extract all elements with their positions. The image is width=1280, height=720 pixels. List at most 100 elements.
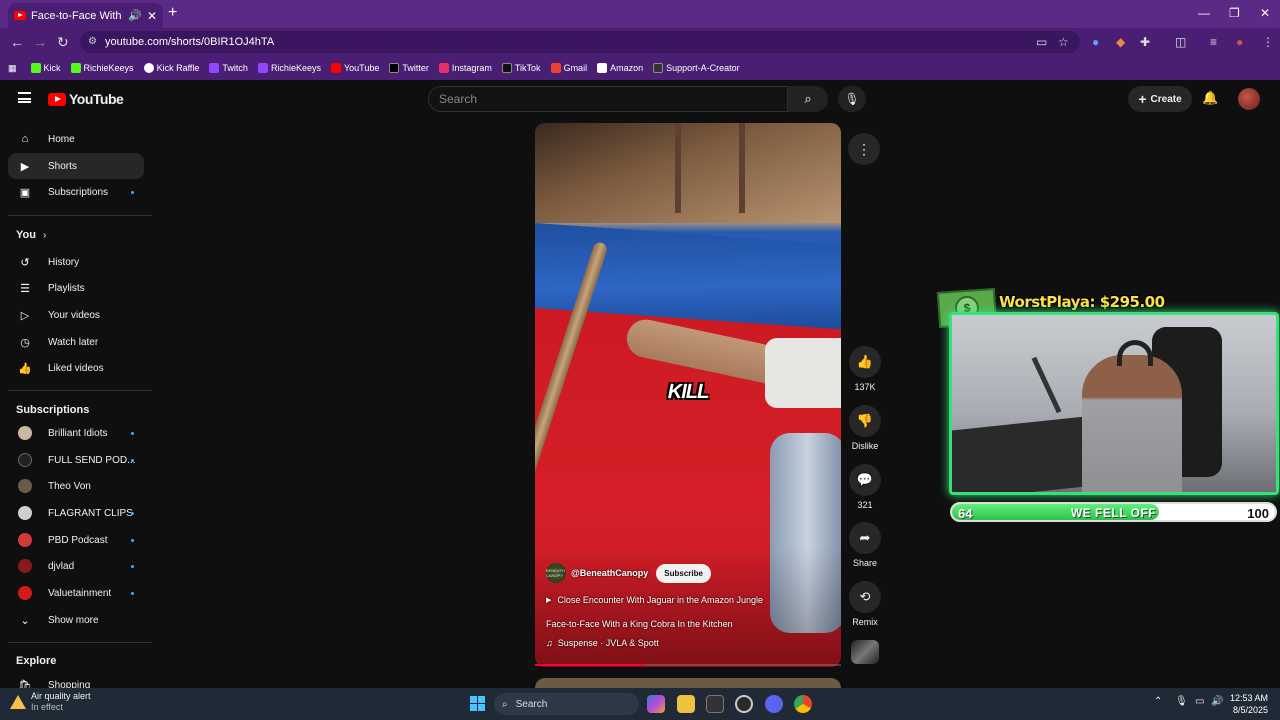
sound-thumbnail[interactable]: [851, 640, 879, 664]
like-button[interactable]: 👍 137K: [847, 346, 883, 392]
video-caption: KILL: [667, 381, 709, 403]
share-button[interactable]: ➦ Share: [847, 522, 883, 568]
sidebar-channel-pbd-podcast[interactable]: PBD Podcast: [8, 527, 144, 553]
taskbar-search[interactable]: ⌕ Search: [494, 693, 639, 715]
voice-search-button[interactable]: 🎙: [838, 86, 866, 112]
system-clock[interactable]: 12:53 AM 8/5/2025: [1224, 692, 1268, 716]
bookmark-gmail[interactable]: Gmail: [550, 63, 587, 73]
remix-button[interactable]: ⟲ Remix: [847, 581, 883, 627]
sidebar-item-subscriptions[interactable]: ▣ Subscriptions: [8, 179, 144, 205]
forward-icon[interactable]: →: [33, 34, 47, 50]
bookmark-kick[interactable]: Kick: [30, 63, 61, 73]
bookmark-richiekeeys-twitch[interactable]: RichieKeeys: [257, 63, 321, 73]
terminal-icon[interactable]: [706, 695, 724, 713]
dislike-button[interactable]: 👎 Dislike: [847, 405, 883, 451]
file-explorer-icon[interactable]: [677, 695, 695, 713]
profile-icon[interactable]: ●: [1236, 35, 1243, 49]
bookmark-support-a-creator[interactable]: Support-A-Creator: [653, 63, 740, 73]
bookmark-instagram[interactable]: Instagram: [438, 63, 492, 73]
chrome-icon[interactable]: [794, 695, 812, 713]
channel-avatar[interactable]: BENEATH CANOPY: [546, 563, 566, 583]
close-window-button[interactable]: ✕: [1260, 6, 1270, 20]
sidebar-item-playlists[interactable]: ☰ Playlists: [8, 275, 144, 301]
subscribe-button[interactable]: Subscribe: [656, 563, 711, 583]
close-tab-icon[interactable]: ✕: [147, 9, 157, 23]
minimize-button[interactable]: —: [1198, 6, 1210, 20]
short-video-player[interactable]: KILL: [535, 123, 841, 667]
microphone-tray-icon[interactable]: 🎙: [1175, 696, 1188, 707]
extensions-puzzle-icon[interactable]: ✚: [1140, 35, 1150, 49]
notifications-bell-icon[interactable]: 🔔: [1202, 90, 1218, 106]
address-bar[interactable]: ⚙ youtube.com/shorts/0BIR1OJ4hTA: [80, 31, 1080, 53]
music-link[interactable]: ♫ Suspense · JVLA & Spott: [546, 638, 659, 648]
discord-icon[interactable]: [765, 695, 783, 713]
taskbar-search-label: Search: [515, 698, 548, 710]
windows-start-icon[interactable]: [470, 696, 485, 711]
back-icon[interactable]: ←: [10, 34, 24, 50]
sidebar-channel-brilliant-idiots[interactable]: Brilliant Idiots: [8, 420, 144, 446]
weather-widget[interactable]: Air quality alert In effect: [10, 691, 91, 713]
speaker-icon[interactable]: 🔊: [128, 9, 142, 22]
show-more-button[interactable]: ⌄ Show more: [8, 607, 144, 633]
more-options-button[interactable]: ⋮: [848, 133, 880, 165]
x-icon: [389, 63, 400, 73]
bookmark-twitter[interactable]: Twitter: [389, 63, 429, 73]
search-input[interactable]: Search: [428, 86, 788, 112]
comments-button[interactable]: 💬 321: [847, 464, 883, 510]
site-settings-icon[interactable]: ⚙: [88, 36, 97, 47]
new-tab-button[interactable]: +: [168, 4, 177, 22]
sidebar-item-watch-later[interactable]: ◷ Watch later: [8, 329, 144, 355]
search-button[interactable]: ⌕: [788, 86, 828, 112]
apps-icon[interactable]: ▦: [8, 63, 17, 74]
sidebar-channel-flagrant-clips[interactable]: FLAGRANT CLIPS: [8, 500, 144, 526]
app-icon[interactable]: [735, 695, 753, 713]
sidebar-channel-theo-von[interactable]: Theo Von: [8, 473, 144, 499]
bookmark-youtube[interactable]: YouTube: [330, 63, 379, 73]
create-button[interactable]: + Create: [1128, 86, 1192, 112]
short-title[interactable]: Face-to-Face With a King Cobra In the Ki…: [546, 619, 733, 629]
copilot-icon[interactable]: [647, 695, 665, 713]
you-heading[interactable]: You ›: [16, 229, 46, 241]
tiktok-icon: [501, 63, 512, 73]
extension-icon[interactable]: ●: [1092, 35, 1099, 49]
cast-icon[interactable]: ▭: [1036, 35, 1047, 49]
channel-row: BENEATH CANOPY @BeneathCanopy Subscribe: [546, 563, 711, 583]
playlists-icon: ☰: [20, 282, 30, 295]
new-content-dot: [131, 458, 134, 462]
chevron-up-icon[interactable]: ⌃: [1154, 696, 1162, 707]
menu-dots-icon[interactable]: ⋮: [1262, 35, 1274, 49]
volume-icon[interactable]: 🔊: [1211, 696, 1223, 707]
bookmark-star-icon[interactable]: ☆: [1058, 35, 1069, 49]
extension-fox-icon[interactable]: ◆: [1116, 35, 1125, 49]
sidebar-item-history[interactable]: ↺ History: [8, 249, 144, 275]
bookmark-kick-raffle[interactable]: Kick Raffle: [143, 63, 199, 73]
account-avatar[interactable]: [1238, 88, 1260, 110]
sidebar-item-home[interactable]: ⌂ Home: [8, 126, 144, 152]
network-icon[interactable]: ▭: [1195, 696, 1204, 707]
media-control-icon[interactable]: ≡: [1210, 35, 1217, 49]
side-panel-icon[interactable]: ◫: [1175, 35, 1186, 49]
maximize-button[interactable]: ❐: [1229, 6, 1240, 20]
sidebar-item-your-videos[interactable]: ▷ Your videos: [8, 302, 144, 328]
sidebar-item-shorts[interactable]: ▶ Shorts: [8, 153, 144, 179]
subscriptions-icon: ▣: [19, 186, 31, 199]
sidebar-channel-full-send[interactable]: FULL SEND POD...: [8, 447, 144, 473]
bookmark-twitch[interactable]: Twitch: [209, 63, 248, 73]
twitch-icon: [257, 63, 268, 73]
browser-tab[interactable]: Face-to-Face With a King C 🔊 ✕: [8, 3, 163, 28]
related-video-link[interactable]: ▶ Close Encounter With Jaguar in the Ama…: [546, 595, 763, 605]
related-video-title: Close Encounter With Jaguar in the Amazo…: [557, 595, 764, 605]
menu-icon[interactable]: [18, 92, 31, 103]
sidebar-channel-valuetainment[interactable]: Valuetainment: [8, 580, 144, 606]
bookmark-amazon[interactable]: Amazon: [597, 63, 643, 73]
sidebar-item-liked-videos[interactable]: 👍 Liked videos: [8, 355, 144, 381]
bookmark-tiktok[interactable]: TikTok: [501, 63, 541, 73]
video-progress-bar[interactable]: [535, 664, 841, 666]
channel-handle[interactable]: @BeneathCanopy: [571, 568, 648, 578]
sidebar-item-shopping[interactable]: 🛍 Shopping: [8, 672, 144, 689]
bookmark-richiekeeys-kick[interactable]: RichieKeeys: [70, 63, 134, 73]
donation-alert: WorstPlaya: $295.00: [999, 293, 1165, 311]
reload-icon[interactable]: ↻: [57, 34, 69, 51]
youtube-logo[interactable]: YouTube: [48, 91, 124, 107]
sidebar-channel-djvlad[interactable]: djvlad: [8, 553, 144, 579]
